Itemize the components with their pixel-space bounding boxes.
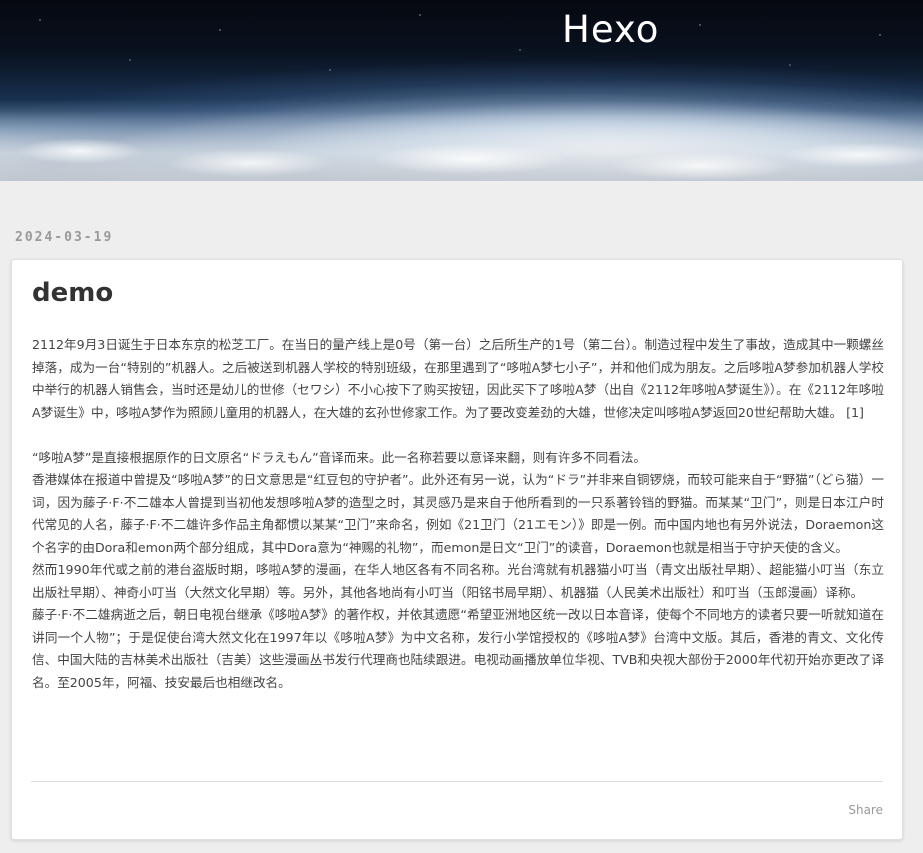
post-title[interactable]: demo [32, 278, 113, 308]
post-paragraph: 然而1990年代或之前的港台盗版时期，哆啦A梦的漫画，在华人地区各有不同名称。光… [32, 562, 884, 600]
reference-link[interactable]: [1] [846, 405, 864, 420]
post-card: demo 2112年9月3日诞生于日本东京的松芝工厂。在当日的量产线上是0号（第… [11, 259, 903, 840]
post-date[interactable]: 2024-03-19 [15, 230, 113, 245]
post-paragraph: 2112年9月3日诞生于日本东京的松芝工厂。在当日的量产线上是0号（第一台）之后… [32, 334, 884, 424]
post-content: 2112年9月3日诞生于日本东京的松芝工厂。在当日的量产线上是0号（第一台）之后… [32, 334, 884, 694]
share-button[interactable]: Share [848, 803, 883, 817]
site-title-link[interactable]: Hexo [0, 8, 923, 51]
post-footer-divider [31, 781, 883, 782]
post-paragraph: “哆啦A梦”是直接根据原作的日文原名“ドラえもん”音译而来。此一名称若要以意译来… [32, 449, 647, 465]
post-paragraph: 藤子·F·不二雄病逝之后，朝日电视台继承《哆啦A梦》的著作权，并依其遗愿“希望亚… [32, 607, 884, 690]
site-banner: Hexo [0, 0, 923, 181]
post-paragraph: 香港媒体在报道中曾提及“哆啦A梦”的日文意思是“红豆包的守护者”。此外还有另一说… [32, 472, 884, 555]
post-paragraph-text: 2112年9月3日诞生于日本东京的松芝工厂。在当日的量产线上是0号（第一台）之后… [32, 337, 884, 420]
banner-clouds [0, 111, 923, 181]
